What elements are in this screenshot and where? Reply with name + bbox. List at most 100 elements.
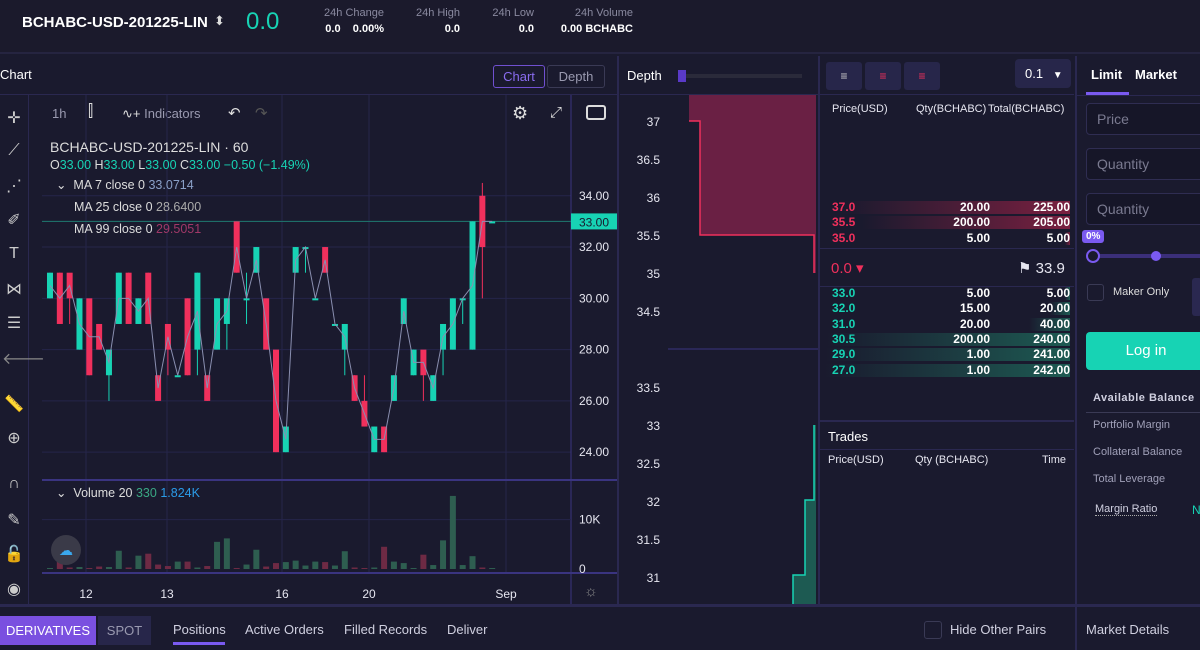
volume-bar (66, 567, 73, 569)
time-tick: 20 (362, 587, 376, 601)
stat-24h-high: 24h High 0.0 (415, 7, 460, 35)
depth-slider[interactable] (678, 70, 802, 82)
toggle-chart[interactable]: Chart (493, 65, 545, 88)
depth-tick: 36 (647, 191, 661, 205)
magnet-icon[interactable]: ∩ (2, 475, 26, 499)
volume-bar (440, 540, 447, 569)
price-input[interactable]: Price (1086, 103, 1200, 135)
tab-market[interactable]: Market (1135, 67, 1177, 82)
book-view-both-icon[interactable]: ≡ (865, 62, 901, 90)
zoom-in-icon[interactable]: ⊕ (2, 428, 26, 452)
hide-other-pairs-checkbox[interactable] (924, 621, 942, 639)
price-tick: 24.00 (579, 445, 609, 459)
amount-slider[interactable] (1092, 254, 1200, 258)
leverage-button[interactable] (1192, 278, 1200, 316)
bid-row[interactable]: 29.0 1.00 241.00 (824, 347, 1074, 362)
last-price: 0.0 (246, 8, 280, 35)
price-tick: 32.00 (579, 240, 609, 254)
row-total: 40.00 (1039, 316, 1070, 331)
market-details-title: Market Details (1086, 622, 1170, 637)
row-total: 5.00 (1046, 286, 1070, 300)
eye-visibility-icon[interactable]: ◉ (2, 579, 26, 603)
depth-chart: 37 36.5 36 35.5 35 34.5 33.5 33 32.5 32 31.5 31 (637, 95, 818, 605)
bid-row[interactable]: 30.5 200.00 240.00 (824, 332, 1074, 347)
candle-body (174, 375, 181, 378)
unlock-icon[interactable]: 🔓 (2, 544, 26, 568)
pattern-icon[interactable]: ⋈ (2, 279, 26, 303)
quantity-input-2[interactable]: Quantity (1086, 193, 1200, 225)
volume-bar (125, 567, 132, 569)
available-balance-title: Available Balance (1093, 392, 1195, 404)
slider-percent-badge: 0% (1082, 230, 1105, 243)
depth-tick: 35.5 (637, 229, 661, 243)
volume-tick: 0 (579, 562, 586, 576)
chevron-down-icon: ▼ (1052, 70, 1063, 81)
row-price: 35.0 (832, 230, 856, 245)
tab-deliver[interactable]: Deliver (447, 622, 487, 637)
tab-positions[interactable]: Positions (173, 622, 226, 637)
row-price: 32.0 (832, 301, 856, 316)
bid-row[interactable]: 33.0 5.00 5.00 (824, 286, 1074, 301)
row-qty: 20.00 (959, 316, 990, 331)
back-arrow-icon[interactable]: 🡐 (2, 348, 45, 372)
toggle-depth[interactable]: Depth (547, 65, 605, 88)
volume-bar (273, 563, 279, 569)
lock-drawing-icon[interactable]: ✎ (2, 510, 26, 534)
volume-bar (381, 546, 388, 569)
book-view-bids-icon[interactable]: ≡ (826, 62, 862, 90)
ask-row[interactable]: 35.0 5.00 5.00 (824, 231, 1074, 246)
slider-handle[interactable] (1086, 249, 1100, 263)
depth-slider-handle[interactable] (678, 70, 686, 82)
tab-derivatives[interactable]: DERIVATIVES (0, 616, 96, 645)
depth-tick: 33.5 (637, 381, 661, 395)
volume-bar (420, 554, 427, 569)
row-qty: 5.00 (966, 230, 990, 245)
symbol-name[interactable]: BCHABC-USD-201225-LIN (22, 14, 208, 31)
trendline-icon[interactable]: ⟋ (2, 142, 26, 166)
volume-bar (322, 562, 329, 569)
price-tick: 34.00 (579, 189, 609, 203)
brush-icon[interactable]: ✐ (2, 210, 26, 234)
bid-row[interactable]: 31.0 20.00 40.00 (824, 317, 1074, 332)
fib-levels-icon[interactable]: ☰ (2, 313, 26, 337)
login-button[interactable]: Log in (1086, 332, 1200, 370)
volume-bar (47, 568, 53, 569)
maker-only-checkbox[interactable] (1087, 284, 1104, 301)
volume-bar (341, 551, 348, 569)
book-view-asks-icon[interactable]: ≡ (904, 62, 940, 90)
volume-bar (135, 555, 142, 569)
ohlc-legend: O33.00 H33.00 L33.00 C33.00 −0.50 (−1.49… (50, 158, 310, 172)
pitchfork-icon[interactable]: ⋰ (2, 176, 26, 200)
margin-ratio-label[interactable]: Margin Ratio (1095, 503, 1158, 516)
chart-settings-icon[interactable]: ☼ (584, 583, 598, 600)
depth-tick: 37 (647, 115, 661, 129)
text-tool-icon[interactable]: T (2, 245, 26, 269)
bid-row[interactable]: 32.0 15.00 20.00 (824, 301, 1074, 316)
chart-legend-title: BCHABC-USD-201225-LIN · 60 (50, 139, 249, 155)
row-total: 241.00 (1033, 347, 1070, 362)
volume-bar (194, 567, 201, 569)
row-total: 20.00 (1039, 301, 1070, 316)
crosshair-icon[interactable]: ✛ (2, 108, 26, 132)
row-qty: 200.00 (953, 215, 990, 230)
bid-row[interactable]: 27.0 1.00 242.00 (824, 363, 1074, 378)
ruler-icon[interactable]: 📏 (2, 394, 26, 418)
tab-spot[interactable]: SPOT (98, 616, 151, 645)
ma99-legend: MA 99 close 0 29.5051 (74, 222, 202, 236)
quantity-input[interactable]: Quantity (1086, 148, 1200, 180)
volume-bar (233, 568, 240, 569)
slider-mark-25[interactable] (1151, 251, 1161, 261)
stat-24h-volume: 24h Volume 0.00 BCHABC (560, 7, 633, 35)
row-qty: 15.00 (959, 301, 990, 316)
volume-bar (253, 549, 260, 569)
tab-limit[interactable]: Limit (1091, 67, 1122, 82)
ask-depth-area (689, 95, 816, 273)
precision-select[interactable]: 0.1 ▼ (1015, 59, 1071, 88)
volume-bar (96, 566, 103, 569)
ask-row[interactable]: 37.0 20.00 225.00 (824, 200, 1074, 215)
tab-filled-records[interactable]: Filled Records (344, 622, 427, 637)
ask-row[interactable]: 35.5 200.00 205.00 (824, 215, 1074, 230)
symbol-switch-icon[interactable]: ⬍ (214, 13, 225, 29)
tab-active-orders[interactable]: Active Orders (245, 622, 324, 637)
chart-logo-icon: ☁ (51, 535, 81, 565)
